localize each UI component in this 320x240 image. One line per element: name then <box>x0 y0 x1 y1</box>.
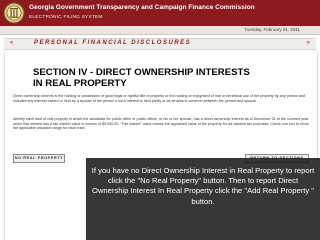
current-date: Tuesday, February 01, 2011 <box>244 27 300 32</box>
page: Georgia Government Transparency and Camp… <box>0 0 320 240</box>
callout-text: If you have no Direct Ownership Interest… <box>91 166 315 206</box>
no-real-property-button[interactable]: NO REAL PROPERTY <box>13 154 65 163</box>
right-arrow-icon: » <box>306 40 310 46</box>
page-title: SECTION IV - DIRECT OWNERSHIP INTERESTS … <box>33 67 250 89</box>
section-nav-bar: « PERSONAL FINANCIAL DISCLOSURES » <box>4 38 316 50</box>
georgia-seal-icon <box>3 2 25 24</box>
definition-paragraph: Direct ownership interest is the holding… <box>13 94 306 103</box>
instructions-paragraph: Identify each tract of real property in … <box>13 117 309 131</box>
date-bar: Tuesday, February 01, 2011 <box>0 26 320 35</box>
section-nav-label: PERSONAL FINANCIAL DISCLOSURES <box>34 40 192 46</box>
instruction-callout: If you have no Direct Ownership Interest… <box>86 158 320 240</box>
site-header: Georgia Government Transparency and Camp… <box>0 0 320 26</box>
left-arrow-icon: « <box>10 40 14 46</box>
site-title: Georgia Government Transparency and Camp… <box>29 4 255 11</box>
site-subtitle: ELECTRONIC FILING SYSTEM <box>29 15 103 20</box>
